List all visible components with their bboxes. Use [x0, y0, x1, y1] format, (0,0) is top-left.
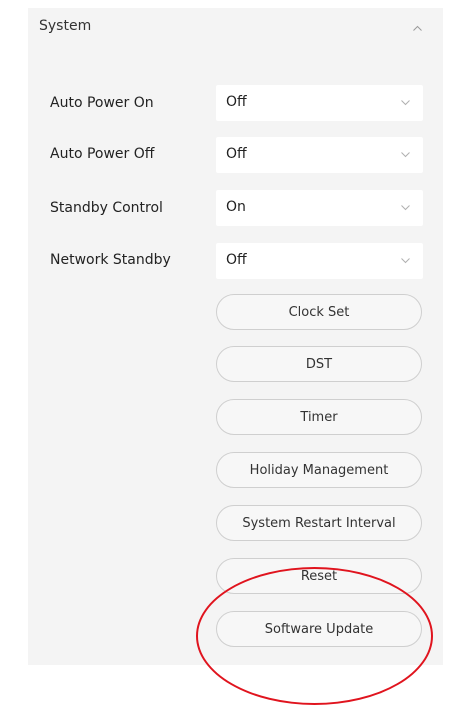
chevron-down-icon [401, 100, 410, 106]
chevron-down-icon [401, 205, 410, 211]
standby-control-value: On [226, 199, 246, 215]
chevron-down-icon [401, 152, 410, 158]
clock-set-button[interactable]: Clock Set [216, 294, 422, 330]
software-update-button[interactable]: Software Update [216, 611, 422, 647]
auto-power-off-select[interactable]: Off [216, 137, 423, 173]
section-title: System [39, 18, 92, 34]
holiday-management-button[interactable]: Holiday Management [216, 452, 422, 488]
timer-button[interactable]: Timer [216, 399, 422, 435]
dst-button[interactable]: DST [216, 346, 422, 382]
auto-power-off-value: Off [226, 146, 247, 162]
auto-power-off-label: Auto Power Off [50, 146, 155, 162]
chevron-up-icon[interactable] [413, 24, 422, 33]
auto-power-on-select[interactable]: Off [216, 85, 423, 121]
network-standby-label: Network Standby [50, 252, 171, 268]
network-standby-select[interactable]: Off [216, 243, 423, 279]
standby-control-label: Standby Control [50, 200, 163, 216]
reset-button[interactable]: Reset [216, 558, 422, 594]
standby-control-select[interactable]: On [216, 190, 423, 226]
system-restart-interval-button[interactable]: System Restart Interval [216, 505, 422, 541]
auto-power-on-label: Auto Power On [50, 95, 154, 111]
network-standby-value: Off [226, 252, 247, 268]
auto-power-on-value: Off [226, 94, 247, 110]
chevron-down-icon [401, 258, 410, 264]
system-settings-panel: System Auto Power On Off Auto Power Off … [28, 8, 443, 665]
